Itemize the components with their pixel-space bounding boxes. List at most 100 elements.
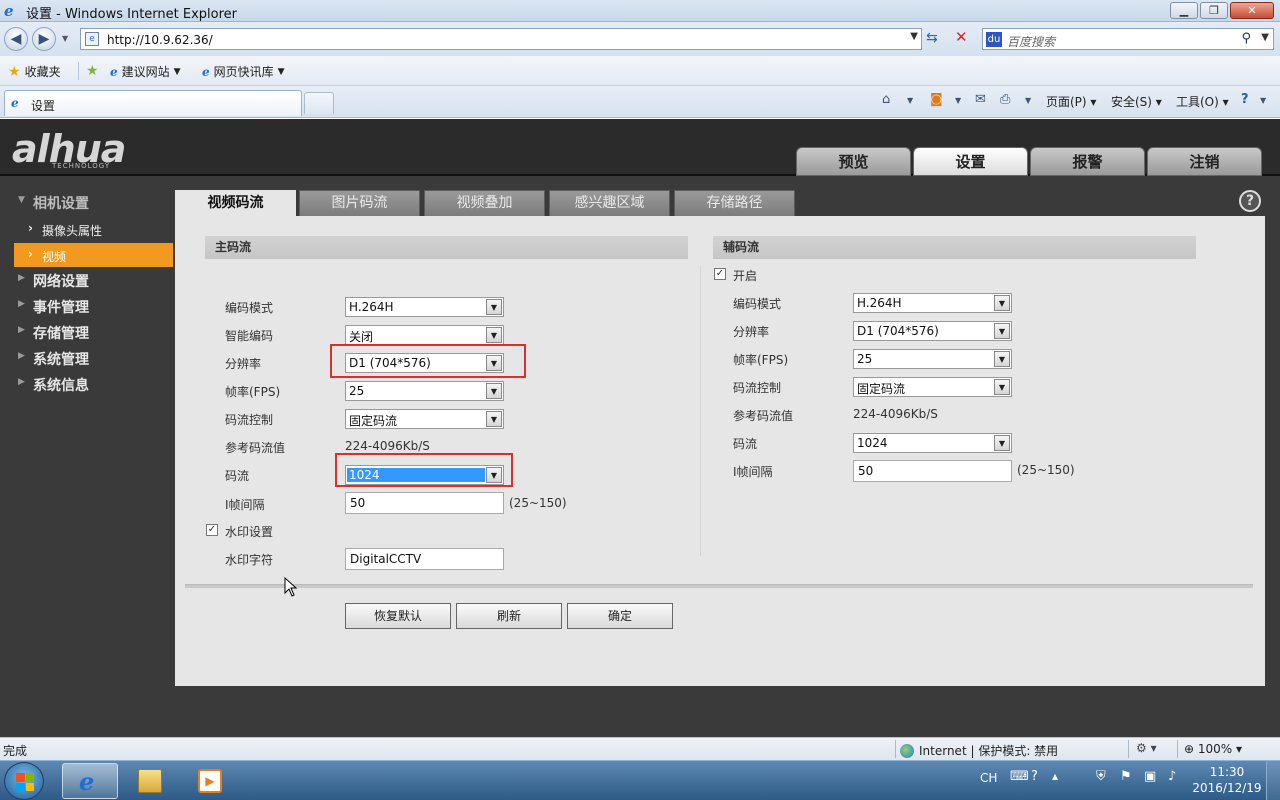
watermark-checkbox[interactable]: ✓ (206, 524, 218, 536)
feeds-dropdown-icon[interactable]: ▼ (955, 96, 961, 105)
sidebar-item-network[interactable]: ▶ 网络设置 (0, 268, 175, 292)
sidebar-item-label: 相机设置 (33, 196, 89, 212)
security-zone[interactable]: Internet | 保护模式: 禁用 (900, 742, 1058, 759)
home-icon[interactable]: ⌂ (882, 92, 890, 107)
zoom-value: 100% (1197, 742, 1233, 756)
tab-picture-stream[interactable]: 图片码流 (299, 190, 420, 216)
main-bitrate-control-select[interactable]: 固定码流 ▼ (345, 409, 504, 429)
flag-icon[interactable]: ⚑ (1120, 769, 1132, 784)
feeds-icon[interactable]: ◙ (930, 92, 943, 107)
refresh-button[interactable]: 刷新 (456, 603, 562, 629)
help-dropdown-icon[interactable]: ▼ (1260, 96, 1266, 105)
add-favorite-icon: ★ (86, 63, 99, 79)
tab-logout[interactable]: 注销 (1147, 147, 1262, 176)
help-tray-icon[interactable]: ? (1031, 769, 1038, 784)
tab-alarm[interactable]: 报警 (1030, 147, 1145, 176)
sub-encode-mode-select[interactable]: H.264H ▼ (853, 293, 1012, 313)
home-dropdown-icon[interactable]: ▼ (907, 96, 913, 105)
privacy-icon[interactable]: ⚙ ▾ (1136, 741, 1157, 755)
ie-page-icon: e (202, 64, 210, 79)
tools-menu[interactable]: 工具(O) ▾ (1176, 93, 1229, 110)
new-tab-button[interactable] (304, 92, 334, 114)
collapsed-triangle-icon: ▶ (18, 351, 25, 361)
sub-enable-label: 开启 (733, 269, 758, 283)
smart-codec-label: 智能编码 (225, 329, 274, 343)
help-circle-icon[interactable]: ? (1239, 190, 1261, 212)
sub-enable-checkbox[interactable]: ✓ (714, 268, 726, 280)
search-dropdown-icon[interactable]: ▼ (1261, 32, 1269, 43)
close-button[interactable]: ✕ (1230, 2, 1274, 19)
page-menu[interactable]: 页面(P) ▾ (1046, 93, 1096, 110)
watermark-text-input[interactable]: DigitalCCTV (345, 548, 504, 570)
zoom-control[interactable]: ⊕ 100% ▾ (1184, 742, 1242, 756)
show-desktop-button[interactable] (1266, 761, 1280, 800)
sidebar-item-events[interactable]: ▶ 事件管理 (0, 294, 175, 318)
tab-video-stream[interactable]: 视频码流 (175, 190, 296, 216)
select-value: 1024 (857, 436, 888, 450)
keyboard-icon[interactable]: ⌨ (1010, 769, 1029, 784)
taskbar-explorer-button[interactable] (122, 763, 178, 799)
tab-settings[interactable]: 设置 (913, 147, 1028, 176)
print-icon[interactable]: ⎙ (1000, 92, 1010, 107)
favorites-star-icon: ★ (8, 63, 21, 80)
address-input[interactable]: e http://10.9.62.36/ ▼ (80, 28, 922, 50)
tab-video-overlay[interactable]: 视频叠加 (424, 190, 545, 216)
refresh-icon[interactable]: ⇆ (926, 30, 938, 46)
main-fps-select[interactable]: 25 ▼ (345, 381, 504, 401)
web-slice-button[interactable]: e 网页快讯库 ▼ (202, 63, 285, 80)
back-button[interactable]: ◀ (4, 27, 28, 51)
history-dropdown-icon[interactable]: ▼ (62, 34, 68, 43)
tray-clock[interactable]: 11:30 2016/12/19 (1192, 764, 1262, 796)
sidebar-item-video[interactable]: › 视频 (14, 243, 173, 267)
window-titlebar: e 设置 - Windows Internet Explorer ▁ ❐ ✕ (0, 0, 1280, 22)
volume-icon[interactable]: ♪ (1168, 769, 1176, 784)
tab-storage-path[interactable]: 存储路径 (674, 190, 795, 216)
sub-iframe-input[interactable]: 50 (853, 460, 1012, 482)
search-input[interactable]: du 百度搜索 ⚲ ▼ (982, 28, 1274, 50)
add-favorites-button[interactable]: ★ (86, 63, 103, 79)
taskbar-ie-button[interactable]: e (62, 763, 118, 799)
restore-button[interactable]: ❐ (1200, 2, 1228, 19)
start-button[interactable] (4, 762, 44, 800)
main-encode-mode-select[interactable]: H.264H ▼ (345, 297, 504, 317)
restore-default-button[interactable]: 恢复默认 (345, 603, 451, 629)
taskbar-media-player-button[interactable]: ▶ (182, 763, 238, 799)
sub-bitrate-select[interactable]: 1024 ▼ (853, 433, 1012, 453)
sidebar-item-system[interactable]: ▶ 系统管理 (0, 346, 175, 370)
favorites-button[interactable]: ★ 收藏夹 (8, 63, 61, 80)
tray-overflow-icon[interactable]: ▴ (1052, 769, 1058, 783)
address-dropdown-icon[interactable]: ▼ (910, 31, 918, 42)
sidebar-item-camera-settings[interactable]: ▼ 相机设置 (0, 190, 175, 214)
tab-roi[interactable]: 感兴趣区域 (549, 190, 670, 216)
sidebar-item-info[interactable]: ▶ 系统信息 (0, 372, 175, 396)
search-icon[interactable]: ⚲ (1241, 31, 1251, 46)
ok-button[interactable]: 确定 (567, 603, 673, 629)
stop-icon[interactable]: ✕ (955, 28, 968, 46)
mail-icon[interactable]: ✉ (975, 92, 986, 107)
ref-bitrate-label: 参考码流值 (225, 441, 286, 455)
help-icon[interactable]: ? (1241, 92, 1249, 107)
sub-bitrate-label: 码流 (733, 437, 758, 451)
network-icon[interactable]: ▣ (1144, 769, 1156, 784)
tray-language[interactable]: CH (980, 771, 997, 785)
collapsed-triangle-icon: ▶ (18, 273, 25, 283)
minimize-button[interactable]: ▁ (1170, 2, 1198, 19)
sub-fps-select[interactable]: 25 ▼ (853, 349, 1012, 369)
print-dropdown-icon[interactable]: ▼ (1025, 96, 1031, 105)
sidebar-item-storage[interactable]: ▶ 存储管理 (0, 320, 175, 344)
sidebar-item-camera-props[interactable]: › 摄像头属性 (14, 217, 173, 241)
shield-icon[interactable]: ⛨ (1096, 769, 1106, 784)
tab-preview[interactable]: 预览 (796, 147, 911, 176)
suggested-sites-button[interactable]: e 建议网站 ▼ (110, 63, 181, 80)
main-iframe-input[interactable]: 50 (345, 492, 504, 514)
safety-menu[interactable]: 安全(S) ▾ (1111, 93, 1162, 110)
sub-bitrate-control-select[interactable]: 固定码流 ▼ (853, 377, 1012, 397)
select-value: 关闭 (349, 330, 374, 344)
sub-resolution-select[interactable]: D1 (704*576) ▼ (853, 321, 1012, 341)
main-smart-codec-select[interactable]: 关闭 ▼ (345, 325, 504, 345)
chevron-down-icon: ▼ (486, 383, 502, 399)
favorites-bar: ★ 收藏夹 ★ e 建议网站 ▼ e 网页快讯库 ▼ (0, 56, 1280, 86)
forward-button[interactable]: ▶ (32, 27, 56, 51)
ie-tab-settings[interactable]: e 设置 (4, 90, 302, 116)
red-highlight-resolution (330, 344, 526, 378)
